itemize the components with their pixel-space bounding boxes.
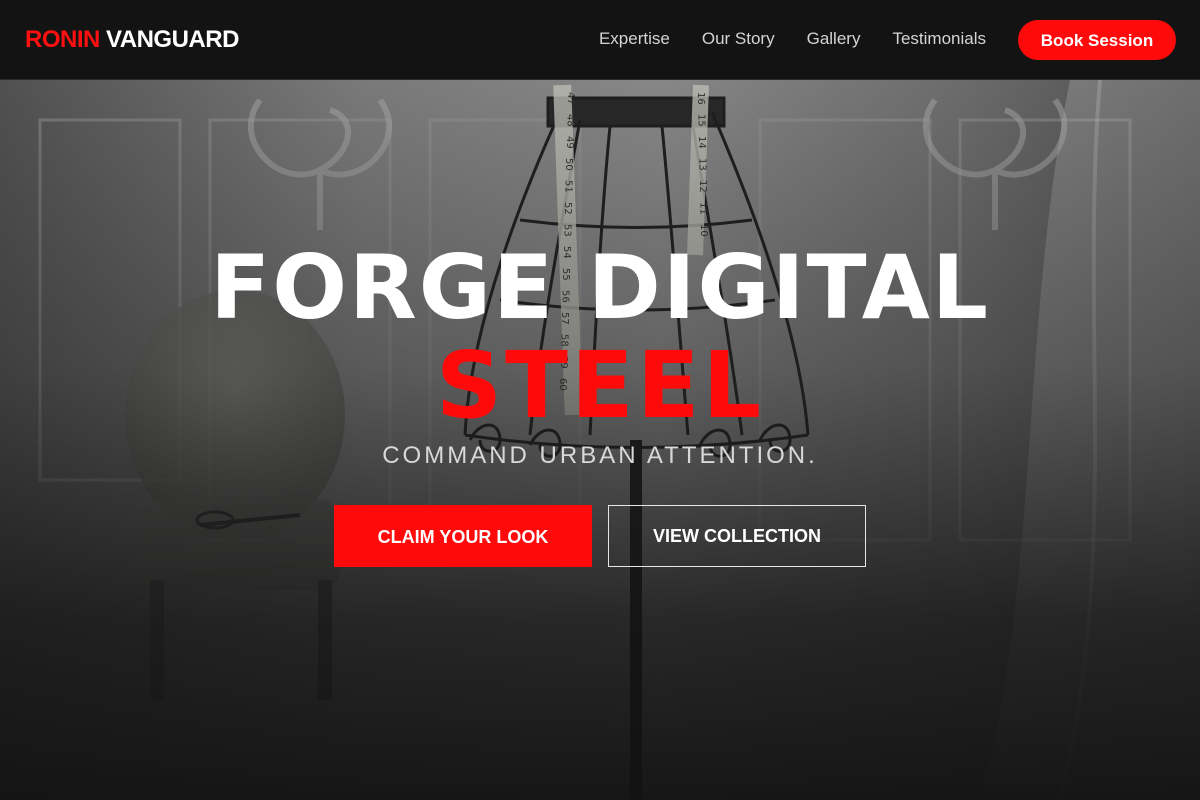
view-collection-button[interactable]: VIEW COLLECTION	[608, 505, 866, 567]
hero-dark-overlay	[0, 80, 1200, 800]
page: RONIN VANGUARD Expertise Our Story Galle…	[0, 0, 1200, 800]
book-session-button[interactable]: Book Session	[1018, 20, 1176, 60]
logo-main-text: VANGUARD	[106, 26, 239, 53]
nav-link-testimonials[interactable]: Testimonials	[892, 28, 986, 50]
claim-your-look-button[interactable]: CLAIM YOUR LOOK	[334, 505, 592, 567]
site-header: RONIN VANGUARD Expertise Our Story Galle…	[0, 0, 1200, 80]
hero-tagline: COMMAND URBAN ATTENTION.	[382, 442, 818, 469]
nav-link-gallery[interactable]: Gallery	[807, 28, 861, 50]
hero-headline-line1: FORGE DIGITAL	[210, 236, 990, 339]
logo-accent-text: RONIN	[25, 26, 100, 53]
nav-link-our-story[interactable]: Our Story	[702, 28, 775, 50]
main-nav: Expertise Our Story Gallery Testimonials	[599, 28, 986, 50]
hero-headline-line2: STEEL	[435, 332, 765, 439]
hero-section: 4748495051525354555657585960 16151413121…	[0, 80, 1200, 800]
nav-link-expertise[interactable]: Expertise	[599, 28, 670, 50]
brand-logo[interactable]: RONIN VANGUARD	[25, 25, 239, 55]
